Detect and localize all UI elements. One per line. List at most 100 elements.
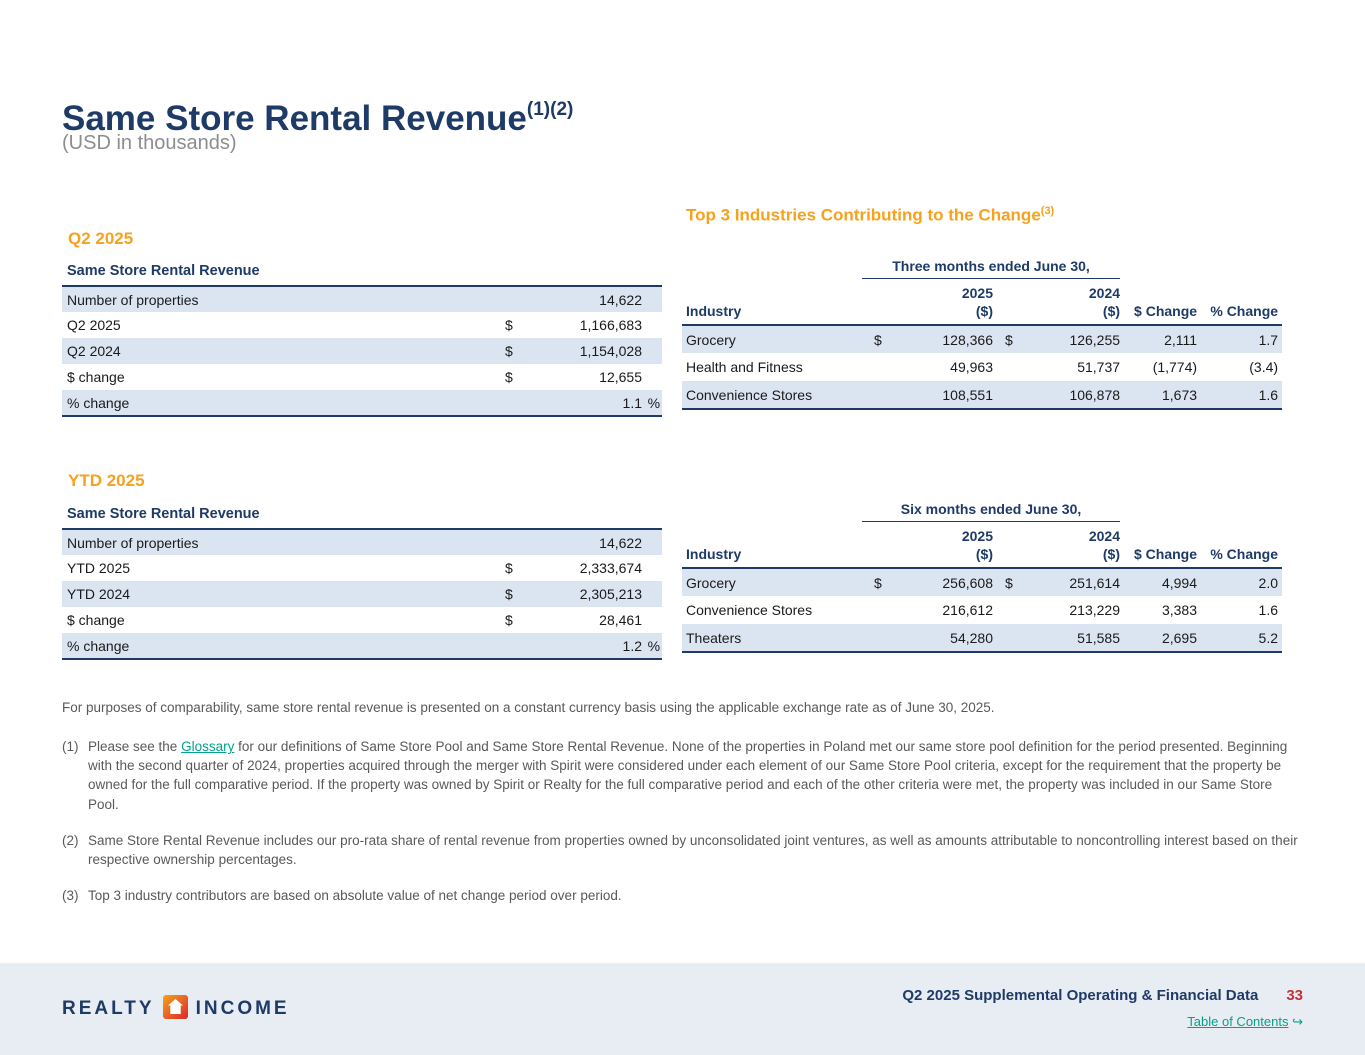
row-label: % change — [62, 390, 497, 416]
currency-symbol: $ — [993, 568, 1019, 596]
document-title: Q2 2025 Supplemental Operating & Financi… — [902, 987, 1258, 1004]
footnote-1: (1) Please see the Glossary for our defi… — [62, 737, 1305, 814]
realty-income-house-icon — [162, 994, 189, 1025]
footer-right: Q2 2025 Supplemental Operating & Financi… — [902, 987, 1303, 1031]
table-row: YTD 2024 $ 2,305,213 — [62, 581, 662, 607]
table-header-row: Same Store Rental Revenue — [62, 263, 662, 286]
currency-symbol — [993, 596, 1019, 624]
industry-name: Convenience Stores — [682, 381, 862, 409]
ytd-same-store-table: Same Store Rental Revenue Number of prop… — [62, 506, 662, 660]
percent-change-value: 1.6 — [1197, 596, 1282, 624]
year-header-row: 2025 2024 — [682, 279, 1282, 304]
table-row: YTD 2025 $ 2,333,674 — [62, 555, 662, 581]
table-row: $ change $ 28,461 — [62, 607, 662, 633]
industry-name: Grocery — [682, 325, 862, 353]
supplemental-report-page: Same Store Rental Revenue (1)(2) (USD in … — [0, 0, 1365, 1055]
dollar-change-value: 4,994 — [1120, 568, 1197, 596]
currency-symbol: $ — [497, 607, 517, 633]
unit-header-2025: ($) — [862, 546, 993, 568]
percent-change-value: 5.2 — [1197, 624, 1282, 652]
percent-change-value: 1.6 — [1197, 381, 1282, 409]
industry-row: Convenience Stores 216,612 213,229 3,383… — [682, 596, 1282, 624]
footnotes: For purposes of comparability, same stor… — [62, 698, 1305, 922]
percent-suffix — [642, 338, 662, 364]
table-row: Q2 2025 $ 1,166,683 — [62, 312, 662, 338]
footnote-text: Same Store Rental Revenue includes our p… — [88, 831, 1305, 869]
period-header-row: Three months ended June 30, — [682, 258, 1282, 279]
footnote-marker: (1) — [62, 737, 88, 814]
unit-header-2024: ($) — [993, 303, 1120, 325]
table-title: Same Store Rental Revenue — [62, 263, 662, 286]
percent-suffix — [642, 529, 662, 555]
value-2025: 108,551 — [888, 381, 993, 409]
period-header: Three months ended June 30, — [862, 258, 1120, 279]
glossary-link[interactable]: Glossary — [181, 739, 234, 754]
currency-symbol — [862, 624, 888, 652]
row-value: 12,655 — [517, 364, 642, 390]
row-value: 2,305,213 — [517, 581, 642, 607]
footnote-3: (3) Top 3 industry contributors are base… — [62, 886, 1305, 905]
industry-column-header: Industry — [682, 546, 862, 568]
industry-name: Grocery — [682, 568, 862, 596]
currency-symbol — [993, 381, 1019, 409]
period-header-row: Six months ended June 30, — [682, 501, 1282, 522]
value-2024: 51,737 — [1019, 353, 1120, 381]
value-2025: 216,612 — [888, 596, 993, 624]
row-label: Number of properties — [62, 529, 497, 555]
currency-symbol: $ — [497, 364, 517, 390]
currency-symbol: $ — [862, 568, 888, 596]
period-header: Six months ended June 30, — [862, 501, 1120, 522]
page-subtitle: (USD in thousands) — [62, 132, 237, 155]
row-label: Q2 2025 — [62, 312, 497, 338]
table-header-row: Same Store Rental Revenue — [62, 506, 662, 529]
row-value: 1.1 — [517, 390, 642, 416]
footnote-text-pre: Please see the — [88, 739, 181, 754]
dollar-change-value: 2,695 — [1120, 624, 1197, 652]
dollar-change-header: $ Change — [1120, 546, 1197, 568]
currency-symbol — [993, 624, 1019, 652]
spacer-cell — [1120, 522, 1282, 547]
currency-symbol — [497, 390, 517, 416]
year-2025-header: 2025 — [862, 279, 993, 304]
title-footnote-superscript: (1)(2) — [527, 99, 573, 120]
spacer-cell — [1120, 501, 1282, 522]
spacer-cell — [1120, 279, 1282, 304]
table-row: Number of properties 14,622 — [62, 529, 662, 555]
logo-income-text: INCOME — [196, 998, 290, 1020]
q2-industries-table: Three months ended June 30, 2025 2024 In… — [682, 258, 1282, 410]
year-2025-header: 2025 — [862, 522, 993, 547]
ytd-industries-table: Six months ended June 30, 2025 2024 Indu… — [682, 501, 1282, 653]
row-value: 2,333,674 — [517, 555, 642, 581]
industries-heading-superscript: (3) — [1041, 205, 1054, 217]
percent-change-header: % Change — [1197, 303, 1282, 325]
page-footer: REALTY INCOME Q2 2025 Supplemental Op — [0, 963, 1365, 1055]
percent-suffix — [642, 581, 662, 607]
table-row: % change 1.2 % — [62, 633, 662, 659]
percent-suffix — [642, 364, 662, 390]
ytd-section-heading: YTD 2025 — [68, 471, 145, 491]
footnote-text: Please see the Glossary for our definiti… — [88, 737, 1305, 814]
currency-symbol — [993, 353, 1019, 381]
currency-symbol — [497, 529, 517, 555]
currency-symbol: $ — [862, 325, 888, 353]
industry-name: Convenience Stores — [682, 596, 862, 624]
row-label: % change — [62, 633, 497, 659]
table-of-contents-link[interactable]: Table of Contents ↪ — [1187, 1014, 1303, 1030]
q2-same-store-table: Same Store Rental Revenue Number of prop… — [62, 263, 662, 417]
currency-symbol — [862, 381, 888, 409]
footer-title-line: Q2 2025 Supplemental Operating & Financi… — [902, 987, 1303, 1005]
footnote-text: Top 3 industry contributors are based on… — [88, 886, 1305, 905]
unit-header-2024: ($) — [993, 546, 1120, 568]
year-2024-header: 2024 — [993, 522, 1120, 547]
currency-symbol: $ — [497, 312, 517, 338]
percent-suffix — [642, 607, 662, 633]
table-row: % change 1.1 % — [62, 390, 662, 416]
row-value: 1,154,028 — [517, 338, 642, 364]
value-2025: 256,608 — [888, 568, 993, 596]
column-header-row: Industry ($) ($) $ Change % Change — [682, 303, 1282, 325]
row-label: Q2 2024 — [62, 338, 497, 364]
comparability-note: For purposes of comparability, same stor… — [62, 698, 1305, 717]
percent-change-value: (3.4) — [1197, 353, 1282, 381]
industries-heading: Top 3 Industries Contributing to the Cha… — [686, 205, 1054, 226]
footnote-text-post: for our definitions of Same Store Pool a… — [88, 739, 1287, 811]
